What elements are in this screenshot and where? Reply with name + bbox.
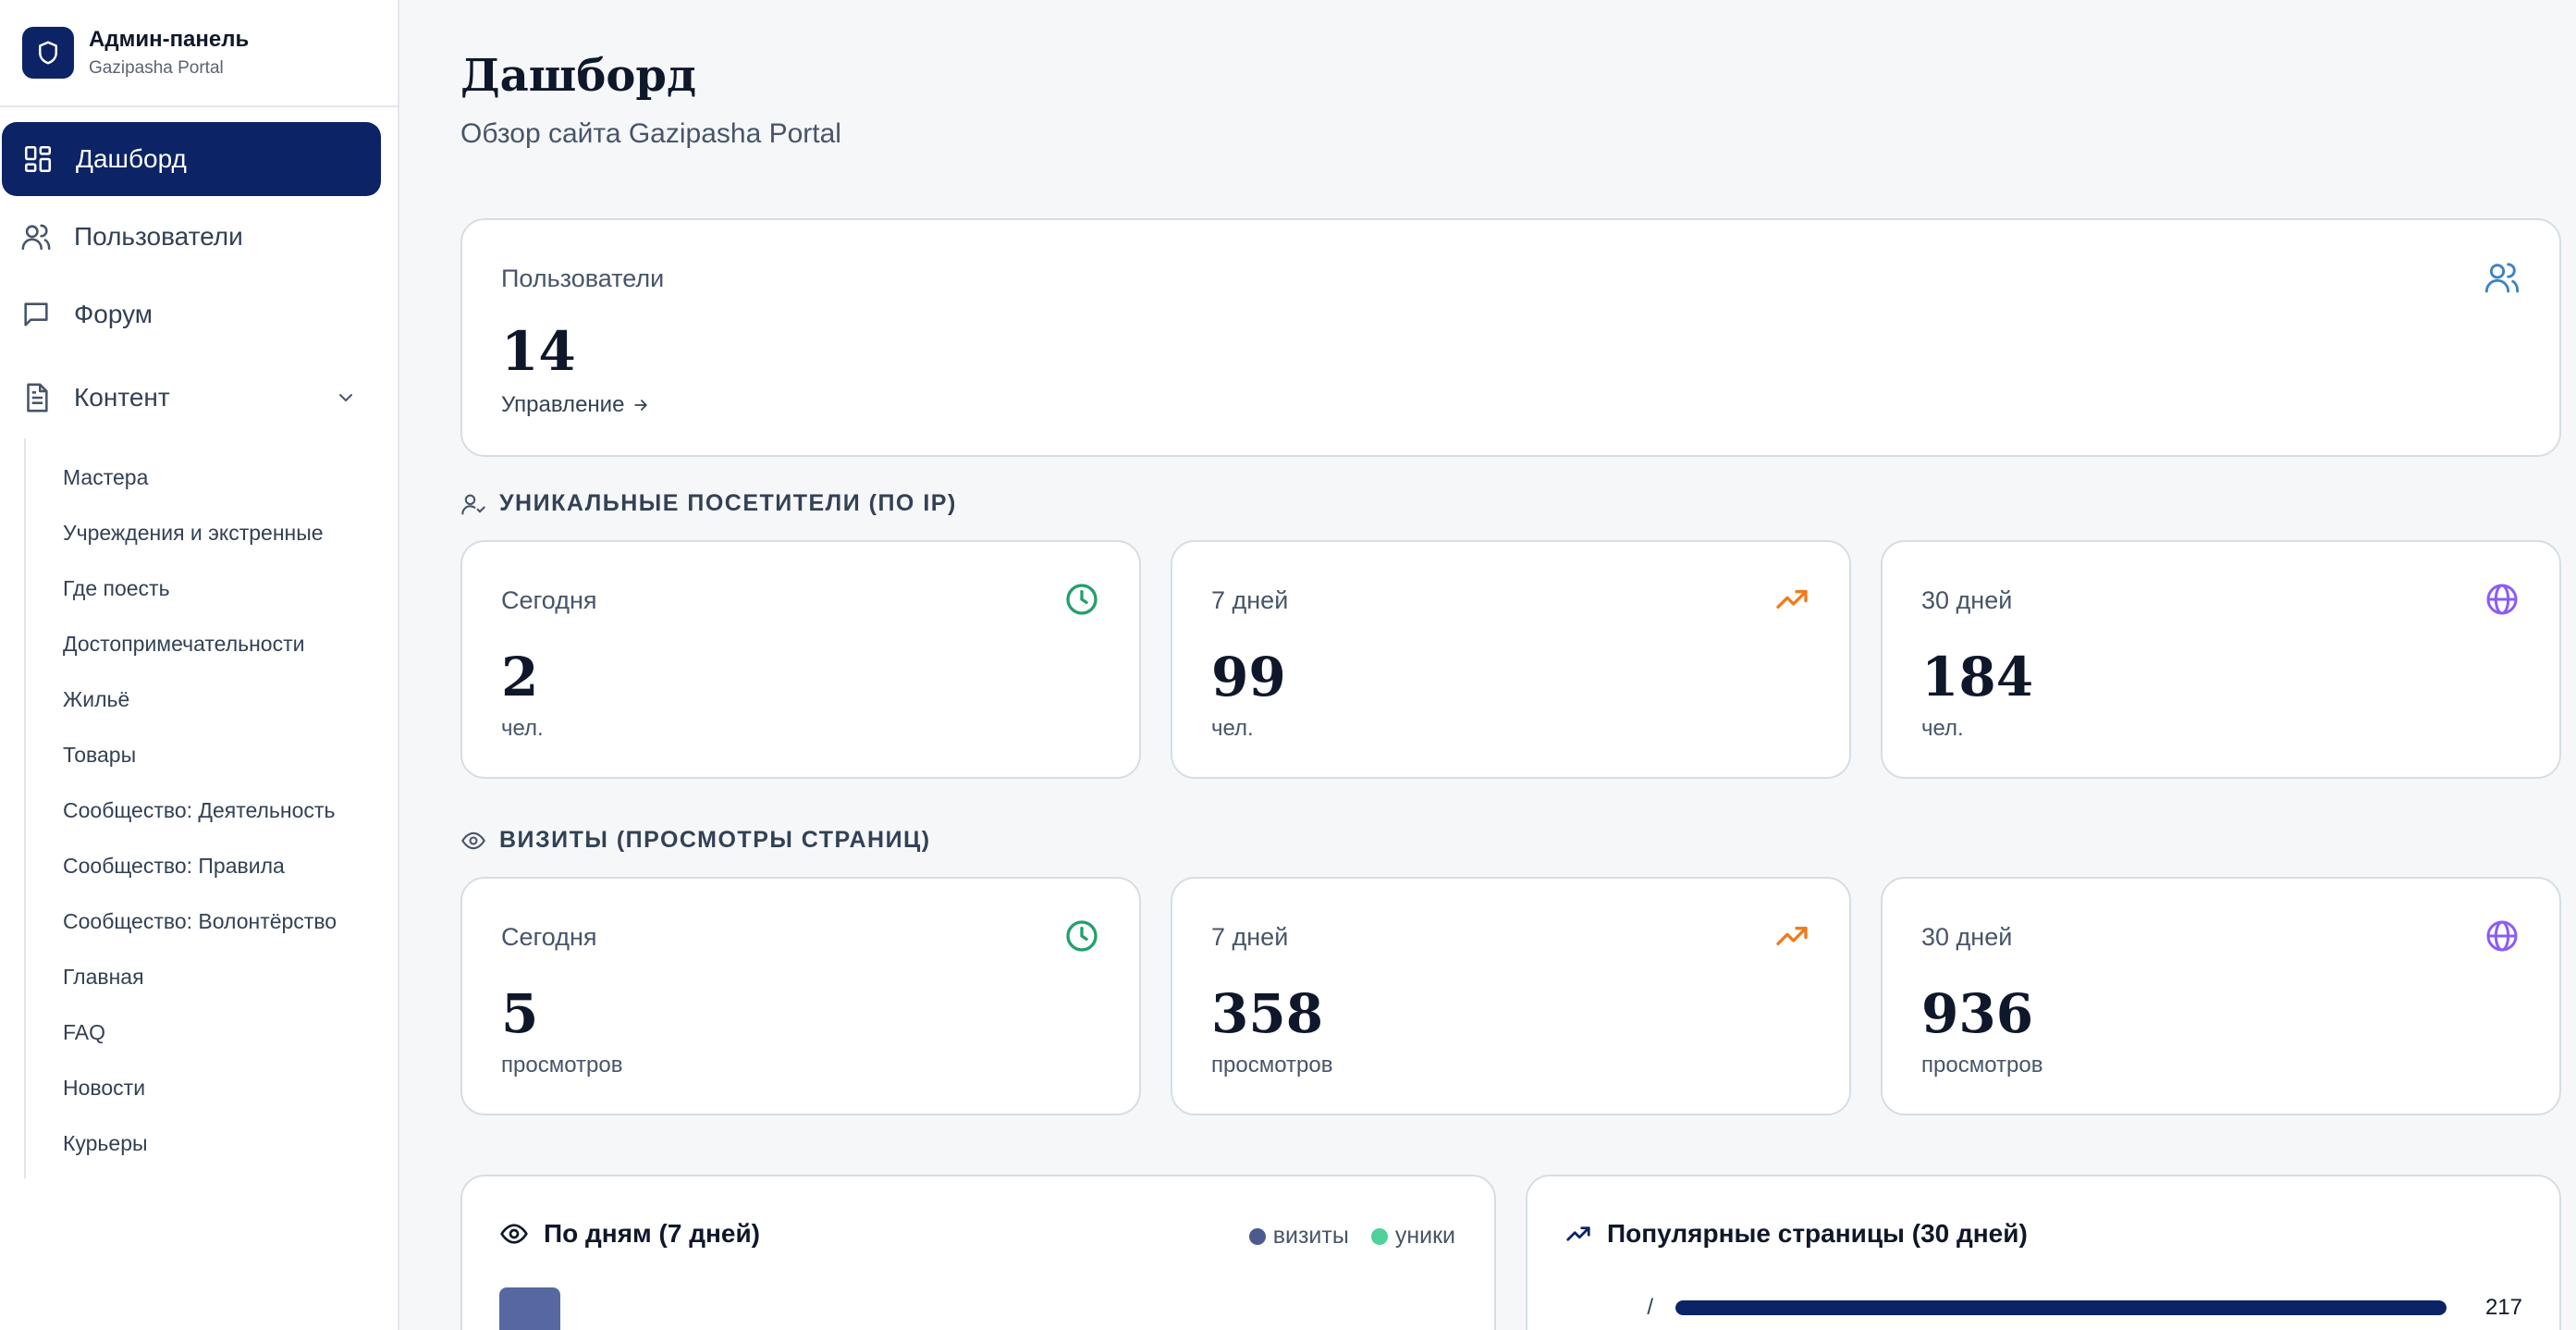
popular-panel-title: Популярные страницы (30 дней) <box>1607 1219 2028 1248</box>
card-value: 936 <box>1921 982 2034 1045</box>
card-label: Сегодня <box>501 923 597 951</box>
users-icon <box>21 224 51 251</box>
subnav-item-community-volunteering[interactable]: Сообщество: Волонтёрство <box>26 893 398 949</box>
page-subtitle: Обзор сайта Gazipasha Portal <box>460 118 841 149</box>
card-value: 99 <box>1211 646 1286 708</box>
nav-item-label: Пользователи <box>74 222 243 251</box>
clock-icon <box>1066 920 1098 952</box>
page-title: Дашборд <box>460 50 696 102</box>
legend-dot <box>1248 1228 1266 1245</box>
daily-panel-title: По дням (7 дней) <box>544 1219 760 1248</box>
section-title: ВИЗИТЫ (ПРОСМОТРЫ СТРАНИЦ) <box>499 827 931 853</box>
card-label: Пользователи <box>501 265 665 292</box>
unique-visitors-heading: УНИКАЛЬНЫЕ ПОСЕТИТЕЛИ (ПО IP) <box>460 490 957 517</box>
subnav-item-community-rules[interactable]: Сообщество: Правила <box>26 838 398 893</box>
user-check-icon <box>461 494 485 515</box>
clock-icon <box>1066 584 1098 615</box>
nav-item-label: Контент <box>74 383 170 412</box>
subnav-item-housing[interactable]: Жильё <box>26 671 398 727</box>
visits-30days-card: 30 дней 936 просмотров <box>1881 877 2561 1115</box>
visits-7days-card: 7 дней 358 просмотров <box>1171 877 1851 1115</box>
card-unit: чел. <box>501 716 544 741</box>
legend-visits: визиты <box>1248 1223 1349 1250</box>
main-nav: Дашборд Пользователи Форум Контент Масте… <box>0 107 398 1178</box>
brand-header: Админ-панель Gazipasha Portal <box>0 0 398 107</box>
eye-icon <box>500 1224 528 1244</box>
nav-item-forum[interactable]: Форум <box>0 277 383 351</box>
section-title: УНИКАЛЬНЫЕ ПОСЕТИТЕЛИ (ПО IP) <box>499 490 957 516</box>
card-unit: просмотров <box>1921 1053 2043 1078</box>
document-icon <box>27 383 48 413</box>
card-label: 7 дней <box>1211 586 1289 614</box>
eye-icon <box>461 831 485 849</box>
card-value: 184 <box>1921 646 2034 708</box>
users-icon <box>2484 263 2520 293</box>
globe-icon <box>2486 584 2518 615</box>
panel-title: По дням (7 дней) <box>499 1219 760 1249</box>
chart-legend: визиты уники <box>1248 1223 1455 1250</box>
page-count: 217 <box>2484 1295 2522 1320</box>
legend-dot <box>1370 1228 1388 1245</box>
trending-up-icon <box>1566 1226 1590 1241</box>
unique-today-card: Сегодня 2 чел. <box>460 540 1141 779</box>
legend-label: уники <box>1394 1223 1455 1249</box>
subnav-item-masters[interactable]: Мастера <box>26 449 398 505</box>
subnav-item-goods[interactable]: Товары <box>26 727 398 782</box>
dashboard-icon <box>24 145 52 173</box>
subnav-item-food[interactable]: Где поесть <box>26 560 398 616</box>
globe-icon <box>2486 920 2518 952</box>
popular-pages-panel: Популярные страницы (30 дней) / 217 <box>1526 1175 2561 1330</box>
subnav-item-sights[interactable]: Достопримечательности <box>26 616 398 671</box>
popular-row[interactable]: / 217 <box>1564 1295 2522 1320</box>
chevron-down-icon <box>339 394 352 402</box>
legend-label: визиты <box>1272 1223 1349 1249</box>
card-value: 2 <box>501 646 539 708</box>
brand-subtitle: Gazipasha Portal <box>89 58 224 78</box>
card-unit: чел. <box>1921 716 1964 741</box>
visits-heading: ВИЗИТЫ (ПРОСМОТРЫ СТРАНИЦ) <box>460 827 931 854</box>
brand-title: Админ-панель <box>89 27 250 52</box>
card-unit: просмотров <box>1211 1053 1333 1078</box>
legend-unique: уники <box>1370 1223 1455 1250</box>
card-value: 14 <box>501 320 576 383</box>
unique-7days-card: 7 дней 99 чел. <box>1171 540 1851 779</box>
card-label: 30 дней <box>1921 923 2013 951</box>
subnav-item-couriers[interactable]: Курьеры <box>26 1115 398 1171</box>
manage-link-label: Управление <box>501 392 625 417</box>
content-subnav: Мастера Учреждения и экстренные Где поес… <box>24 438 398 1178</box>
chat-icon <box>24 302 48 326</box>
nav-item-label: Дашборд <box>76 144 187 173</box>
unique-30days-card: 30 дней 184 чел. <box>1881 540 2561 779</box>
card-unit: чел. <box>1211 716 1254 741</box>
users-card: Пользователи 14 Управление <box>460 218 2561 457</box>
nav-item-content[interactable]: Контент <box>0 361 383 435</box>
page-path: / <box>1647 1295 1653 1320</box>
card-label: 7 дней <box>1211 923 1289 951</box>
subnav-item-home[interactable]: Главная <box>26 949 398 1004</box>
manage-users-link[interactable]: Управление <box>501 392 650 418</box>
panel-title: Популярные страницы (30 дней) <box>1564 1219 2028 1249</box>
card-label: Сегодня <box>501 586 597 614</box>
trending-up-icon <box>1776 590 1808 609</box>
subnav-item-community-activity[interactable]: Сообщество: Деятельность <box>26 782 398 838</box>
nav-item-label: Форум <box>74 300 153 328</box>
visits-today-card: Сегодня 5 просмотров <box>460 877 1141 1115</box>
popularity-fill <box>1675 1300 2447 1315</box>
trending-up-icon <box>1776 927 1808 945</box>
card-unit: просмотров <box>501 1053 623 1078</box>
subnav-item-news[interactable]: Новости <box>26 1060 398 1115</box>
nav-item-dashboard[interactable]: Дашборд <box>2 122 381 196</box>
chart-bar <box>499 1287 560 1330</box>
arrow-right-icon <box>634 400 648 411</box>
sidebar: Админ-панель Gazipasha Portal Дашборд По… <box>0 0 399 1330</box>
card-value: 358 <box>1211 982 1324 1045</box>
daily-chart-panel: По дням (7 дней) визиты уники <box>460 1175 1496 1330</box>
popularity-bar <box>1675 1300 2447 1315</box>
card-value: 5 <box>501 982 539 1045</box>
nav-item-users[interactable]: Пользователи <box>0 200 383 274</box>
shield-icon <box>22 27 74 79</box>
subnav-item-faq[interactable]: FAQ <box>26 1004 398 1060</box>
card-label: 30 дней <box>1921 586 2013 614</box>
subnav-item-institutions[interactable]: Учреждения и экстренные <box>26 505 398 560</box>
